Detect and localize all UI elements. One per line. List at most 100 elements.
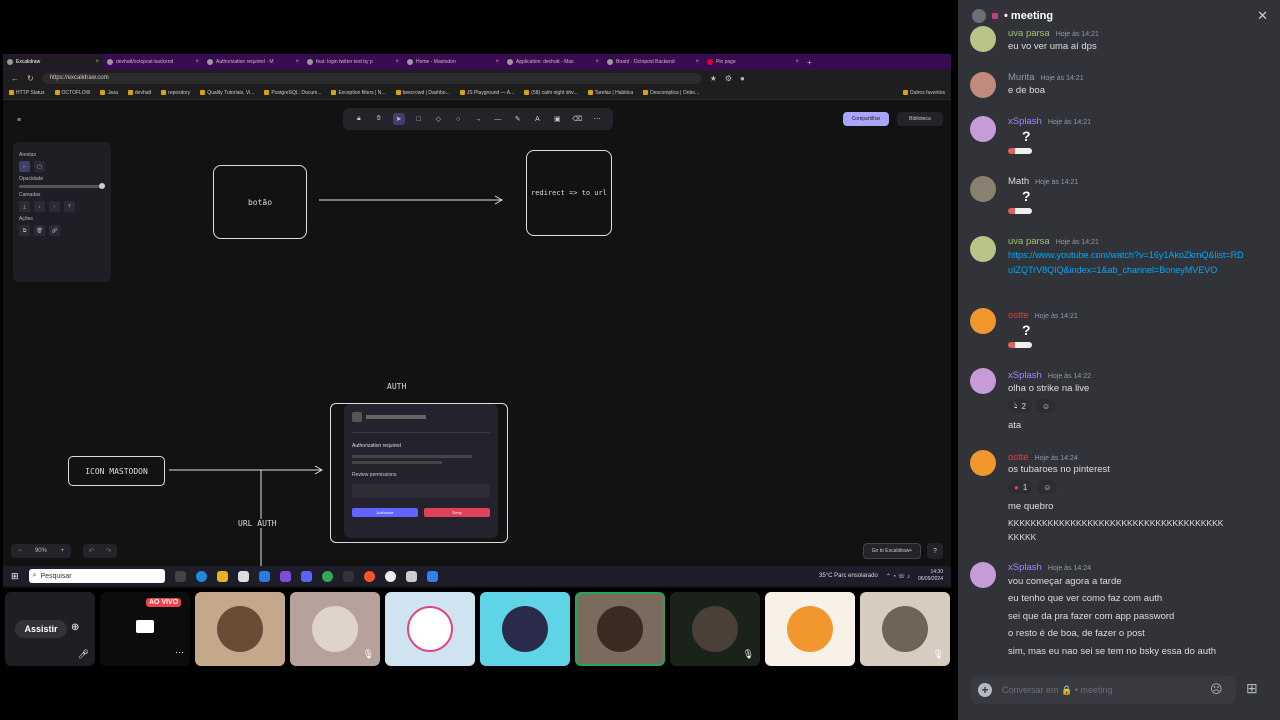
edge-icon[interactable] — [195, 570, 207, 582]
add-attachment-button[interactable]: + — [978, 683, 992, 697]
screen-share-icon[interactable]: ⊕ — [71, 622, 79, 633]
bookmark-other[interactable]: Outros favoritos — [902, 90, 951, 96]
slider-handle[interactable] — [99, 183, 105, 189]
participant-tile[interactable] — [385, 592, 475, 666]
library-button[interactable]: Biblioteca — [897, 112, 943, 126]
bookmark-item[interactable]: JS Playground — A... — [459, 90, 514, 96]
tab-board[interactable]: Board · Octopost Backend × — [603, 55, 703, 69]
more-tools-icon[interactable]: ⋯ — [591, 113, 603, 125]
bookmark-item[interactable]: devhatt — [127, 90, 151, 96]
calendar-icon[interactable] — [237, 570, 249, 582]
participant-tile[interactable]: 🎙︎ — [860, 592, 950, 666]
sharp-edges-button[interactable]: ⌐ — [19, 161, 30, 172]
zoom-level[interactable]: 90% — [35, 548, 47, 554]
task-view-icon[interactable] — [174, 570, 186, 582]
store-icon[interactable] — [258, 570, 270, 582]
image-icon[interactable]: ▣ — [551, 113, 563, 125]
avatar[interactable] — [970, 450, 996, 476]
participant-tile[interactable] — [765, 592, 855, 666]
opacity-slider[interactable] — [19, 183, 105, 189]
participant-tile[interactable] — [480, 592, 570, 666]
bookmark-item[interactable]: Descomplica | Onbo... — [643, 90, 699, 96]
app-icon[interactable] — [279, 570, 291, 582]
message-composer[interactable]: + Conversar em 🔒 • meeting — [970, 676, 1236, 704]
excalidraw-canvas[interactable]: ≡ 🔒︎ ✋︎ ➤ □ ◇ ○ → — ✎ A ▣ ⌫ ⋯ Compartilh… — [3, 100, 951, 566]
text-icon[interactable]: A — [532, 113, 544, 125]
watch-button[interactable]: Assistir — [15, 620, 67, 638]
discord-icon[interactable] — [300, 570, 312, 582]
url-auth-line[interactable] — [259, 470, 263, 566]
message-author[interactable]: xSplash Hoje às 14:21 — [1008, 116, 1091, 127]
avatar[interactable] — [970, 308, 996, 334]
tab-excalidraw[interactable]: Excalidraw × — [3, 55, 103, 69]
brave-icon[interactable] — [363, 570, 375, 582]
star-icon[interactable]: ★ — [710, 74, 717, 83]
close-icon[interactable]: × — [195, 59, 199, 65]
message-author[interactable]: uva parsa Hoje às 14:21 — [1008, 28, 1099, 39]
message-author[interactable]: xSplash Hoje às 14:22 — [1008, 370, 1091, 381]
zoom-out-button[interactable]: − — [18, 548, 22, 554]
line-icon[interactable]: — — [492, 113, 504, 125]
url-auth-label[interactable]: URL AUTH — [238, 519, 277, 528]
rectangle-icon[interactable]: □ — [412, 113, 424, 125]
participant-tile[interactable] — [195, 592, 285, 666]
trash-icon[interactable]: 🗑︎ — [34, 225, 45, 236]
terminal-icon[interactable] — [342, 570, 354, 582]
sticker[interactable]: ? — [1008, 322, 1034, 350]
participant-tile[interactable]: 🎙︎ — [670, 592, 760, 666]
avatar[interactable] — [970, 176, 996, 202]
bookmark-item[interactable]: OCTOFLOW — [54, 90, 90, 96]
windows-start-icon[interactable]: ⊞ — [11, 571, 19, 582]
menu-icon[interactable]: ≡ — [13, 114, 25, 126]
redo-icon[interactable]: ↷ — [106, 547, 112, 555]
reaction-pill[interactable]: ● 1 — [1008, 480, 1034, 494]
profile-icon[interactable]: ● — [740, 74, 745, 83]
bookmark-item[interactable]: HTTP Status — [9, 90, 45, 96]
eraser-icon[interactable]: ⌫ — [571, 113, 583, 125]
message-author[interactable]: ostte Hoje às 14:21 — [1008, 310, 1078, 321]
button-shape[interactable]: botão — [213, 165, 307, 239]
message-author[interactable]: Murita Hoje às 14:21 — [1008, 72, 1084, 83]
undo-icon[interactable]: ↶ — [89, 547, 95, 555]
more-icon[interactable]: ⋯ — [175, 647, 184, 658]
goto-excalidraw-plus-button[interactable]: Go to Excalidraw+ — [863, 543, 921, 559]
icon-mastodon-shape[interactable]: ICON MASTODON — [68, 456, 165, 486]
avatar[interactable] — [970, 562, 996, 588]
bookmark-item[interactable]: (58) calm night driv... — [524, 90, 578, 96]
close-icon[interactable]: × — [795, 59, 799, 65]
youtube-link[interactable]: https://www.youtube.com/watch?v=16y1AkoZ… — [1008, 248, 1248, 278]
send-backward-icon[interactable]: ↓ — [34, 201, 45, 212]
back-icon[interactable]: ← — [11, 74, 19, 83]
sticker[interactable]: ? — [1008, 128, 1034, 156]
redirect-shape[interactable]: redirect => to url — [526, 150, 612, 236]
tray-icons[interactable]: ⌃ ◔ ☏ ♪ — [886, 573, 910, 580]
avatar[interactable] — [970, 72, 996, 98]
arrow-icon-to-auth[interactable] — [167, 464, 327, 476]
participant-tile-speaking[interactable] — [575, 592, 665, 666]
message-author[interactable]: xSplash Hoje às 14:24 — [1008, 562, 1091, 573]
new-tab-button[interactable]: + — [807, 58, 812, 67]
send-to-back-icon[interactable]: ⤓ — [19, 201, 30, 212]
close-icon[interactable]: ✕ — [1257, 8, 1268, 24]
avatar[interactable] — [970, 236, 996, 262]
vscode-icon[interactable] — [426, 570, 438, 582]
tab-octopost-backend[interactable]: devhatt/octopost-backend × — [103, 55, 203, 69]
steam-icon[interactable] — [405, 570, 417, 582]
pencil-icon[interactable]: ✎ — [512, 113, 524, 125]
composer-placeholder[interactable]: Conversar em 🔒 • meeting — [1002, 685, 1112, 696]
tab-pin-page[interactable]: Pin page × — [703, 55, 803, 69]
help-icon[interactable]: ? — [927, 543, 943, 559]
hand-icon[interactable]: ✋︎ — [373, 113, 385, 125]
link-icon[interactable]: 🔗︎ — [49, 225, 60, 236]
lock-icon[interactable]: 🔒︎ — [353, 113, 365, 125]
tab-application[interactable]: Application: devhatt - Mas × — [503, 55, 603, 69]
diamond-icon[interactable]: ◇ — [432, 113, 444, 125]
participant-tile-live[interactable]: AO VIVO ⋯ — [100, 592, 190, 666]
bookmark-item[interactable]: Exception filters | N... — [331, 90, 386, 96]
bookmark-item[interactable]: Quality Tutorials, Vi... — [200, 90, 254, 96]
bookmark-item[interactable]: Tarefas | Habitica — [587, 90, 633, 96]
close-icon[interactable]: × — [695, 59, 699, 65]
tab-mastodon-home[interactable]: Home - Mastodon × — [403, 55, 503, 69]
participant-tile[interactable]: 🎙︎ — [290, 592, 380, 666]
chrome-icon[interactable] — [321, 570, 333, 582]
